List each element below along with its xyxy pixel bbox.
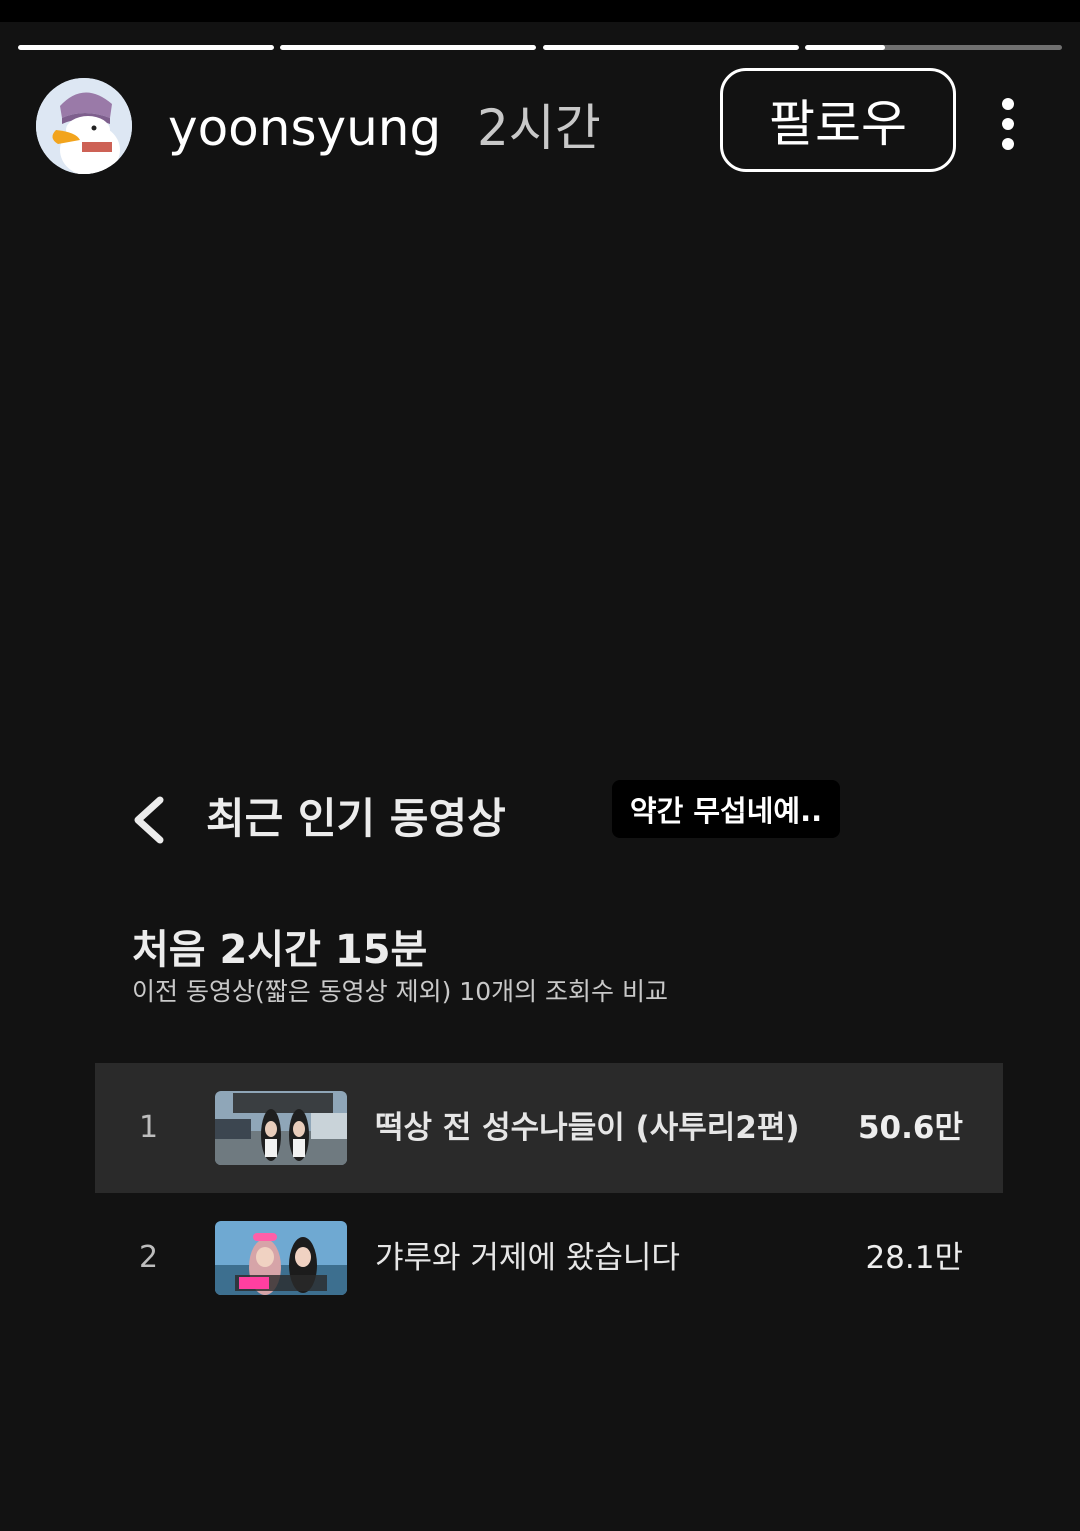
follow-button[interactable]: 팔로우 <box>720 68 956 172</box>
story-viewer: yoonsyung 2시간 팔로우 최근 인기 동영상 약간 무섭네예.. 처음… <box>0 0 1080 1531</box>
video-views: 50.6만 <box>857 1110 963 1146</box>
more-options-icon[interactable] <box>988 96 1028 152</box>
video-row[interactable]: 2 갸루와 거제에 왔습니다 28.1만 <box>95 1193 1003 1323</box>
period-heading: 처음 2시간 15분 <box>132 927 428 973</box>
status-bar <box>0 0 1080 22</box>
video-views: 28.1만 <box>865 1240 963 1276</box>
story-progress <box>18 45 1062 50</box>
progress-segment <box>805 45 1062 50</box>
video-title: 떡상 전 성수나들이 (사투리2편) <box>375 1110 800 1146</box>
video-row[interactable]: 1 떡상 전 성수나들이 (사투리2편) 50.6만 <box>95 1063 1003 1193</box>
progress-segment <box>543 45 799 50</box>
duck-avatar-icon <box>36 78 132 174</box>
video-rank: 2 <box>139 1240 159 1275</box>
story-text-sticker: 약간 무섭네예.. <box>612 780 840 838</box>
username[interactable]: yoonsyung <box>168 96 441 160</box>
progress-segment <box>18 45 274 50</box>
avatar[interactable] <box>36 78 132 174</box>
back-chevron-icon[interactable] <box>128 794 172 846</box>
post-time: 2시간 <box>477 99 601 157</box>
progress-segment <box>280 45 536 50</box>
period-description: 이전 동영상(짧은 동영상 제외) 10개의 조회수 비교 <box>132 977 669 1006</box>
video-thumbnail <box>215 1091 347 1165</box>
video-title: 갸루와 거제에 왔습니다 <box>375 1240 680 1276</box>
video-rank: 1 <box>139 1110 159 1145</box>
section-title: 최근 인기 동영상 <box>206 794 506 843</box>
video-thumbnail <box>215 1221 347 1295</box>
